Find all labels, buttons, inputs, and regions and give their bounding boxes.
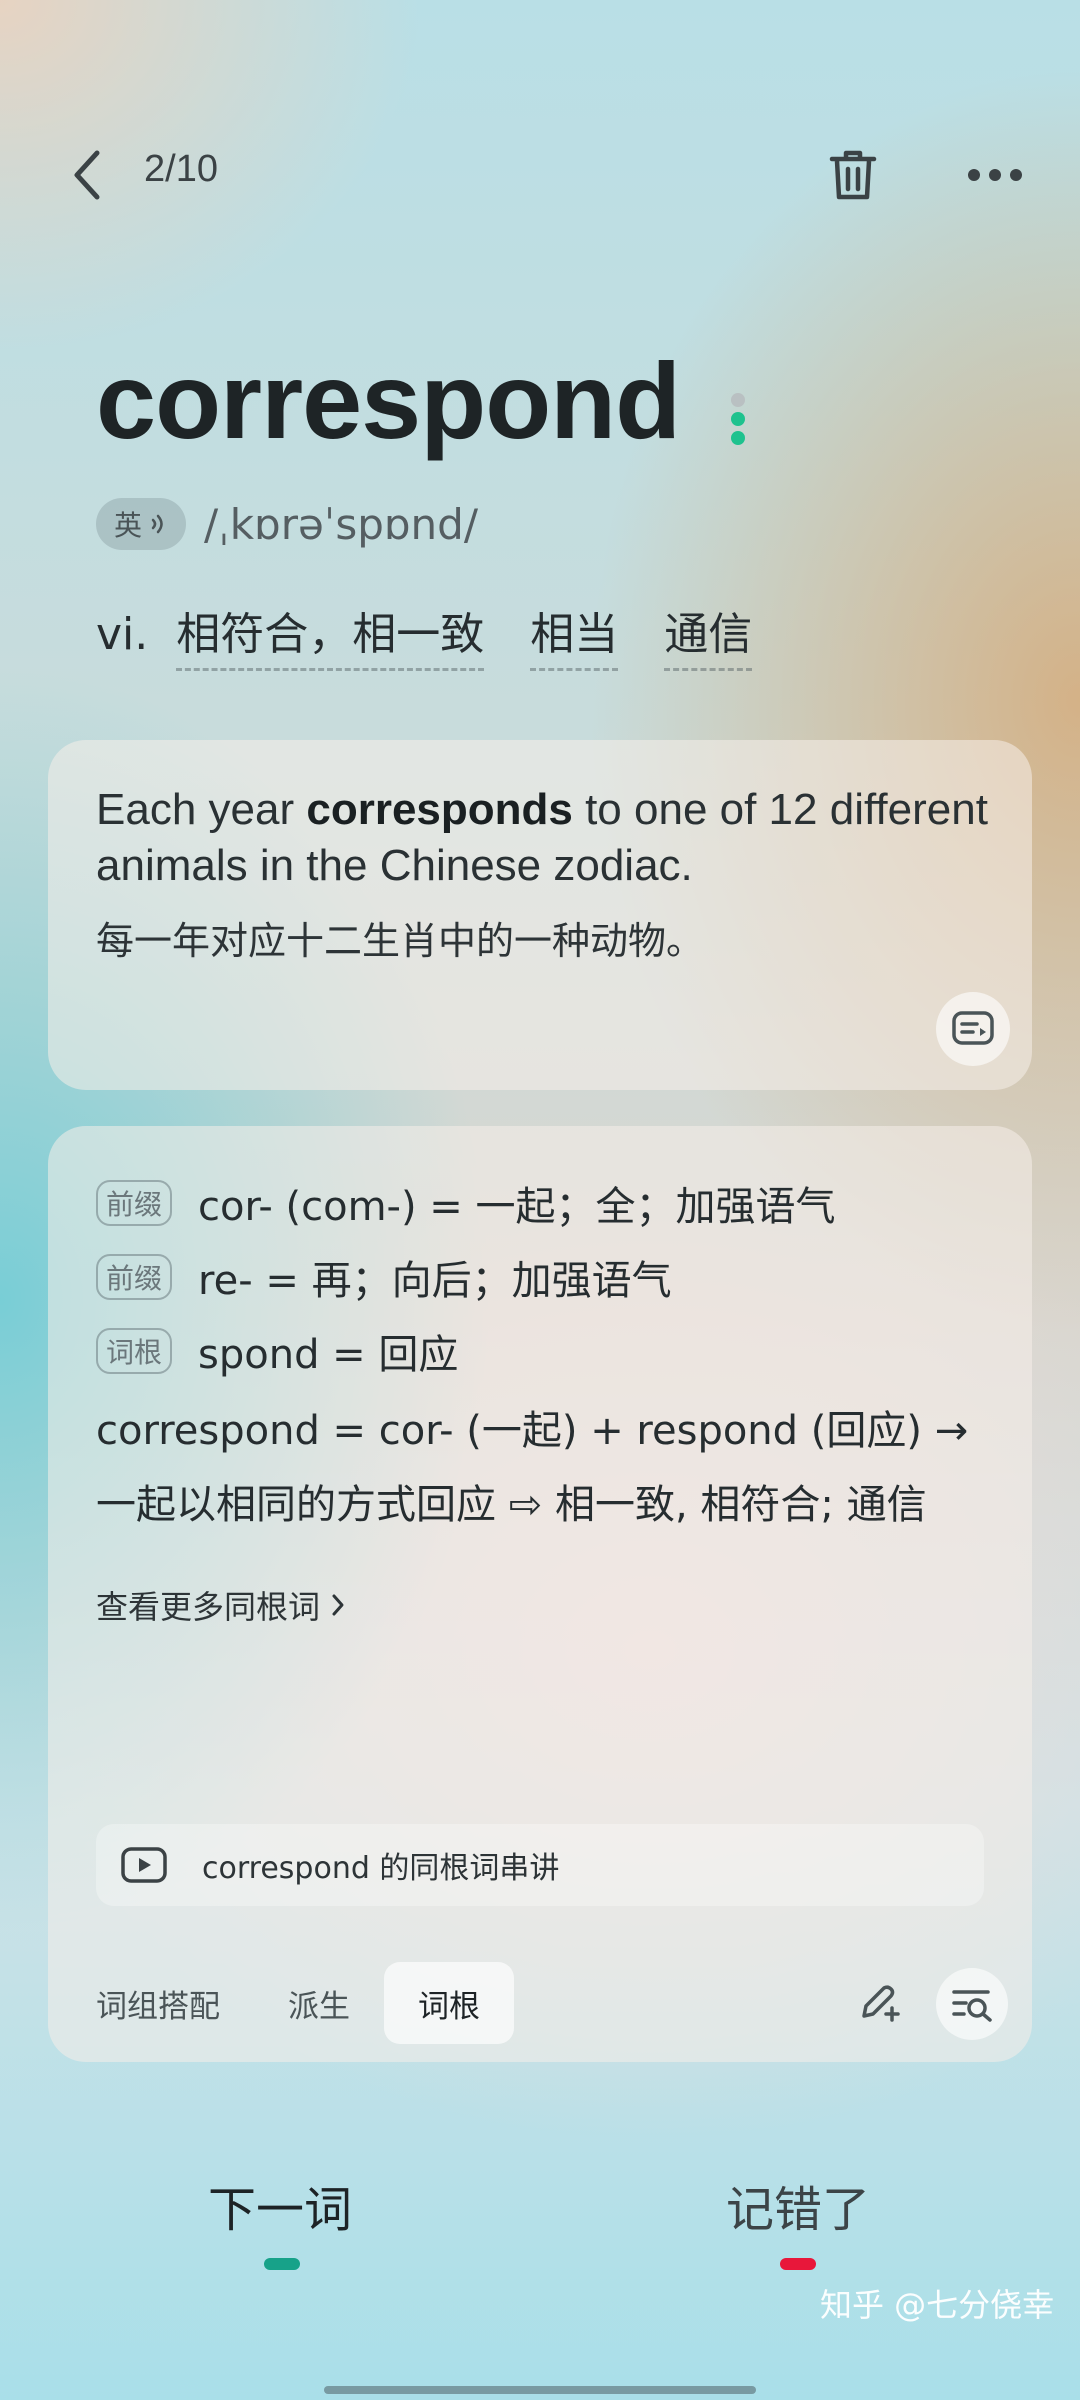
- root-text: cor- (com-) = 一起；全；加强语气: [198, 1184, 836, 1230]
- example-text-part: Each year: [96, 785, 307, 834]
- double-arrow-icon: ⇨: [508, 1482, 543, 1528]
- wrong-indicator-bar: [780, 2258, 816, 2270]
- root-item: 前缀 re- = 再；向后；加强语气: [96, 1248, 672, 1306]
- root-item: 词根 spond = 回应: [96, 1322, 458, 1380]
- root-formula: correspond = cor- (一起) + respond (回应) → …: [96, 1394, 996, 1542]
- tab-word-root[interactable]: 词根: [384, 1962, 514, 2044]
- search-list-button[interactable]: [936, 1968, 1008, 2040]
- root-text: re- = 再；向后；加强语气: [198, 1258, 672, 1304]
- example-play-button[interactable]: [936, 992, 1010, 1066]
- detail-tabs: 词组搭配 派生 词根: [96, 1962, 514, 2044]
- watermark: 知乎 @七分侥幸: [820, 2286, 1055, 2324]
- meaning-item[interactable]: 相当: [530, 598, 619, 671]
- part-of-speech: vi.: [96, 609, 149, 660]
- example-card: Each year corresponds to one of 12 diffe…: [48, 740, 1032, 1090]
- pronounce-uk-button[interactable]: 英: [96, 498, 187, 550]
- home-indicator[interactable]: [324, 2386, 756, 2394]
- cognate-video-button[interactable]: correspond 的同根词串讲: [96, 1824, 984, 1906]
- meanings-row: vi. 相符合，相一致 相当 通信: [96, 598, 798, 671]
- next-word-button[interactable]: 下一词: [130, 2170, 430, 2240]
- meaning-item[interactable]: 相符合，相一致: [176, 598, 485, 671]
- trash-icon: [829, 150, 877, 200]
- phonetic-text: /ˌkɒrəˈspɒnd/: [204, 499, 478, 549]
- pen-plus-icon: [862, 1985, 900, 2022]
- more-cognates-label: 查看更多同根词: [96, 1588, 321, 1626]
- more-cognates-link[interactable]: 查看更多同根词: [96, 1582, 346, 1628]
- root-tag: 前缀: [96, 1254, 173, 1300]
- next-indicator-bar: [264, 2258, 300, 2270]
- more-horizontal-icon: [968, 169, 1022, 181]
- speaker-wave-icon: [151, 514, 163, 534]
- list-search-icon: [952, 1990, 992, 2022]
- pronunciation-row: 英 /ˌkɒrəˈspɒnd/: [96, 496, 478, 552]
- mark-wrong-button[interactable]: 记错了: [648, 2170, 948, 2240]
- word-root-card: 前缀 cor- (com-) = 一起；全；加强语气 前缀 re- = 再；向后…: [48, 1126, 1032, 2062]
- video-label: correspond 的同根词串讲: [202, 1851, 560, 1886]
- lang-label: 英: [114, 509, 143, 542]
- chevron-left-icon: [74, 150, 100, 200]
- progress-counter: 2/10: [144, 148, 218, 190]
- root-item: 前缀 cor- (com-) = 一起；全；加强语气: [96, 1174, 836, 1232]
- add-note-button[interactable]: [848, 1974, 908, 2034]
- meaning-item[interactable]: 通信: [664, 598, 753, 671]
- top-bar: 2/10: [0, 130, 1080, 220]
- familiarity-dots-icon[interactable]: [728, 392, 748, 446]
- chevron-right-icon: [332, 1594, 344, 1616]
- example-chinese: 每一年对应十二生肖中的一种动物。: [96, 919, 705, 963]
- root-tag: 前缀: [96, 1180, 173, 1226]
- more-options-button[interactable]: [960, 140, 1030, 210]
- video-play-icon: [118, 1839, 170, 1891]
- root-tag: 词根: [96, 1328, 173, 1374]
- formula-result: 相一致, 相符合; 通信: [554, 1482, 927, 1528]
- tab-phrases[interactable]: 词组搭配: [96, 1962, 254, 2044]
- root-text: spond = 回应: [198, 1332, 459, 1378]
- subtitle-play-icon: [952, 1011, 994, 1045]
- example-keyword: corresponds: [306, 785, 573, 834]
- example-english: Each year corresponds to one of 12 diffe…: [96, 782, 996, 894]
- tab-derivatives[interactable]: 派生: [254, 1962, 384, 2044]
- headword: correspond: [96, 340, 681, 461]
- back-button[interactable]: [52, 140, 122, 210]
- delete-button[interactable]: [818, 138, 888, 212]
